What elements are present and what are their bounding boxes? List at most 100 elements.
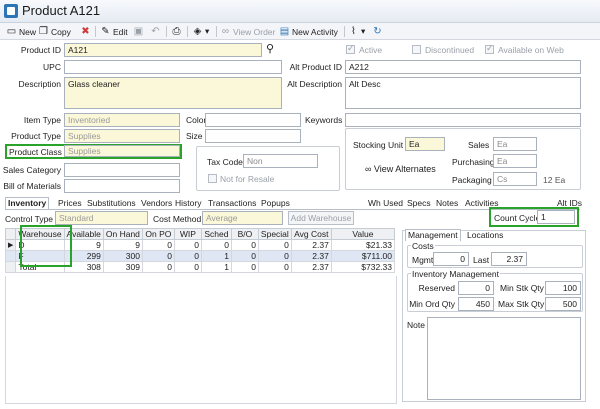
active-label: Active bbox=[359, 45, 383, 55]
tab-transactions[interactable]: Transactions bbox=[206, 198, 258, 210]
undo-button[interactable]: ↶ bbox=[150, 25, 163, 38]
save-button[interactable]: ▣ bbox=[133, 25, 146, 38]
chevron-down-icon: ▾ bbox=[205, 26, 210, 36]
packaging-label: Packaging bbox=[452, 175, 492, 185]
sales-unit-field[interactable]: Ea bbox=[493, 137, 537, 151]
discontinued-label: Discontinued bbox=[425, 45, 475, 55]
count-cycle-label: Count Cycle bbox=[494, 213, 541, 223]
grid-corner bbox=[4, 228, 17, 240]
tab-inventory[interactable]: Inventory bbox=[5, 197, 50, 209]
min-stk-field[interactable]: 100 bbox=[545, 281, 581, 295]
tab-locations[interactable]: Locations bbox=[465, 230, 505, 242]
note-field[interactable] bbox=[427, 317, 581, 400]
product-id-label: Product ID bbox=[20, 45, 61, 55]
cost-method-field[interactable]: Average bbox=[202, 211, 283, 225]
min-ord-label: Min Ord Qty bbox=[409, 299, 455, 309]
size-field[interactable] bbox=[205, 129, 301, 143]
product-class-field[interactable]: Supplies bbox=[64, 145, 180, 157]
tab-history[interactable]: History bbox=[173, 198, 203, 210]
tab-management[interactable]: Management bbox=[405, 229, 461, 241]
control-type-field[interactable]: Standard bbox=[55, 211, 148, 225]
last-label: Last bbox=[473, 255, 490, 265]
inventory-management-label: Inventory Management bbox=[411, 269, 500, 279]
sales-category-field[interactable] bbox=[64, 163, 180, 177]
description-field[interactable]: Glass cleaner bbox=[64, 77, 282, 109]
max-stk-label: Max Stk Qty bbox=[498, 299, 545, 309]
tab-wh-used[interactable]: Wh Used bbox=[366, 198, 405, 210]
purchasing-unit-field[interactable]: Ea bbox=[493, 154, 537, 168]
new-button[interactable]: ▭ New bbox=[6, 25, 36, 38]
tax-code-field[interactable]: Non bbox=[243, 154, 318, 168]
delete-button[interactable]: ✖ bbox=[80, 25, 93, 38]
min-ord-field[interactable]: 450 bbox=[458, 297, 494, 311]
alt-description-label: Alt Description bbox=[287, 79, 342, 89]
column-header[interactable]: Avg Cost bbox=[290, 228, 332, 240]
item-type-field[interactable]: Inventoried bbox=[64, 113, 180, 127]
product-class-label: Product Class bbox=[9, 147, 62, 157]
note-label: Note bbox=[407, 320, 425, 330]
bill-of-materials-field[interactable] bbox=[64, 179, 180, 193]
tab-vendors[interactable]: Vendors bbox=[139, 198, 174, 210]
tab-prices[interactable]: Prices bbox=[56, 198, 84, 210]
view-alternates-button[interactable]: ∞ View Alternates bbox=[365, 164, 436, 174]
attachment-dropdown-button[interactable]: ⌇ ▾ bbox=[348, 25, 365, 38]
tab-popups[interactable]: Popups bbox=[259, 198, 292, 210]
keywords-field[interactable] bbox=[345, 113, 581, 127]
packaging-qty: 12 Ea bbox=[543, 175, 566, 185]
column-header[interactable]: On Hand bbox=[102, 228, 143, 240]
copy-button[interactable]: ❐ Copy bbox=[38, 25, 71, 38]
tag-icon: ◈ bbox=[193, 26, 202, 37]
column-header[interactable]: Sched bbox=[200, 228, 232, 240]
available-web-label: Available on Web bbox=[498, 45, 564, 55]
print-button[interactable]: ⎙ bbox=[171, 25, 184, 38]
delete-x-icon: ✖ bbox=[81, 26, 90, 37]
column-header[interactable]: B/O bbox=[230, 228, 259, 240]
color-field[interactable] bbox=[205, 113, 301, 127]
last-field[interactable]: 2.37 bbox=[491, 252, 527, 266]
purchasing-label: Purchasing bbox=[452, 157, 495, 167]
tax-panel bbox=[196, 146, 340, 191]
product-type-label: Product Type bbox=[11, 131, 61, 141]
view-order-button[interactable]: ∞ View Order bbox=[220, 25, 275, 38]
tag-dropdown-button[interactable]: ◈ ▾ bbox=[192, 25, 210, 38]
costs-label: Costs bbox=[411, 241, 435, 251]
available-web-checkbox[interactable] bbox=[485, 43, 494, 54]
not-for-resale-checkbox[interactable] bbox=[208, 174, 217, 183]
sales-label: Sales bbox=[468, 140, 490, 150]
alt-product-id-field[interactable]: A212 bbox=[345, 60, 581, 74]
toolbar: ▭ New ❐ Copy ✖ ✎ Edit ▣ ↶ ⎙ ◈ ▾ ∞ View Order … bbox=[0, 23, 600, 40]
tab-specs[interactable]: Specs bbox=[405, 198, 433, 210]
stocking-unit-label: Stocking Unit bbox=[353, 140, 404, 150]
alt-description-field[interactable]: Alt Desc bbox=[345, 77, 581, 109]
packaging-unit-field[interactable]: Cs bbox=[493, 172, 537, 186]
edit-button[interactable]: ✎ Edit bbox=[100, 25, 127, 38]
count-cycle-field[interactable]: 1 bbox=[537, 210, 575, 224]
upc-field[interactable] bbox=[64, 60, 282, 74]
mgmt-field[interactable]: 0 bbox=[433, 252, 469, 266]
tab-notes[interactable]: Notes bbox=[434, 198, 460, 210]
column-header[interactable]: Value bbox=[330, 228, 396, 240]
bill-of-materials-label: Bill of Materials bbox=[3, 181, 61, 191]
product-id-field[interactable]: A121 bbox=[64, 43, 262, 57]
active-checkbox[interactable] bbox=[346, 43, 355, 54]
reserved-field[interactable]: 0 bbox=[458, 281, 494, 295]
discontinued-checkbox[interactable] bbox=[412, 45, 421, 54]
column-header[interactable]: On PO bbox=[141, 228, 175, 240]
max-stk-field[interactable]: 500 bbox=[545, 297, 581, 311]
add-warehouse-button[interactable]: Add Warehouse bbox=[288, 211, 354, 225]
upc-label: UPC bbox=[43, 62, 61, 72]
chevron-down-icon: ▾ bbox=[361, 26, 366, 36]
sales-category-label: Sales Category bbox=[2, 165, 61, 175]
pencil-icon: ✎ bbox=[101, 26, 110, 37]
reserved-label: Reserved bbox=[418, 283, 455, 293]
search-icon[interactable]: ⚲ bbox=[266, 42, 274, 55]
refresh-button[interactable]: ↻ bbox=[372, 25, 385, 38]
column-header[interactable]: WIP bbox=[173, 228, 202, 240]
new-activity-button[interactable]: ▤ New Activity bbox=[279, 25, 338, 38]
column-header[interactable]: Special bbox=[257, 228, 292, 240]
tab-substitutions[interactable]: Substitutions bbox=[85, 198, 138, 210]
stocking-unit-field[interactable]: Ea bbox=[405, 137, 445, 151]
paperclip-icon: ⌇ bbox=[351, 26, 356, 37]
window-title: Product A121 bbox=[22, 3, 101, 18]
product-type-field[interactable]: Supplies bbox=[64, 129, 180, 143]
